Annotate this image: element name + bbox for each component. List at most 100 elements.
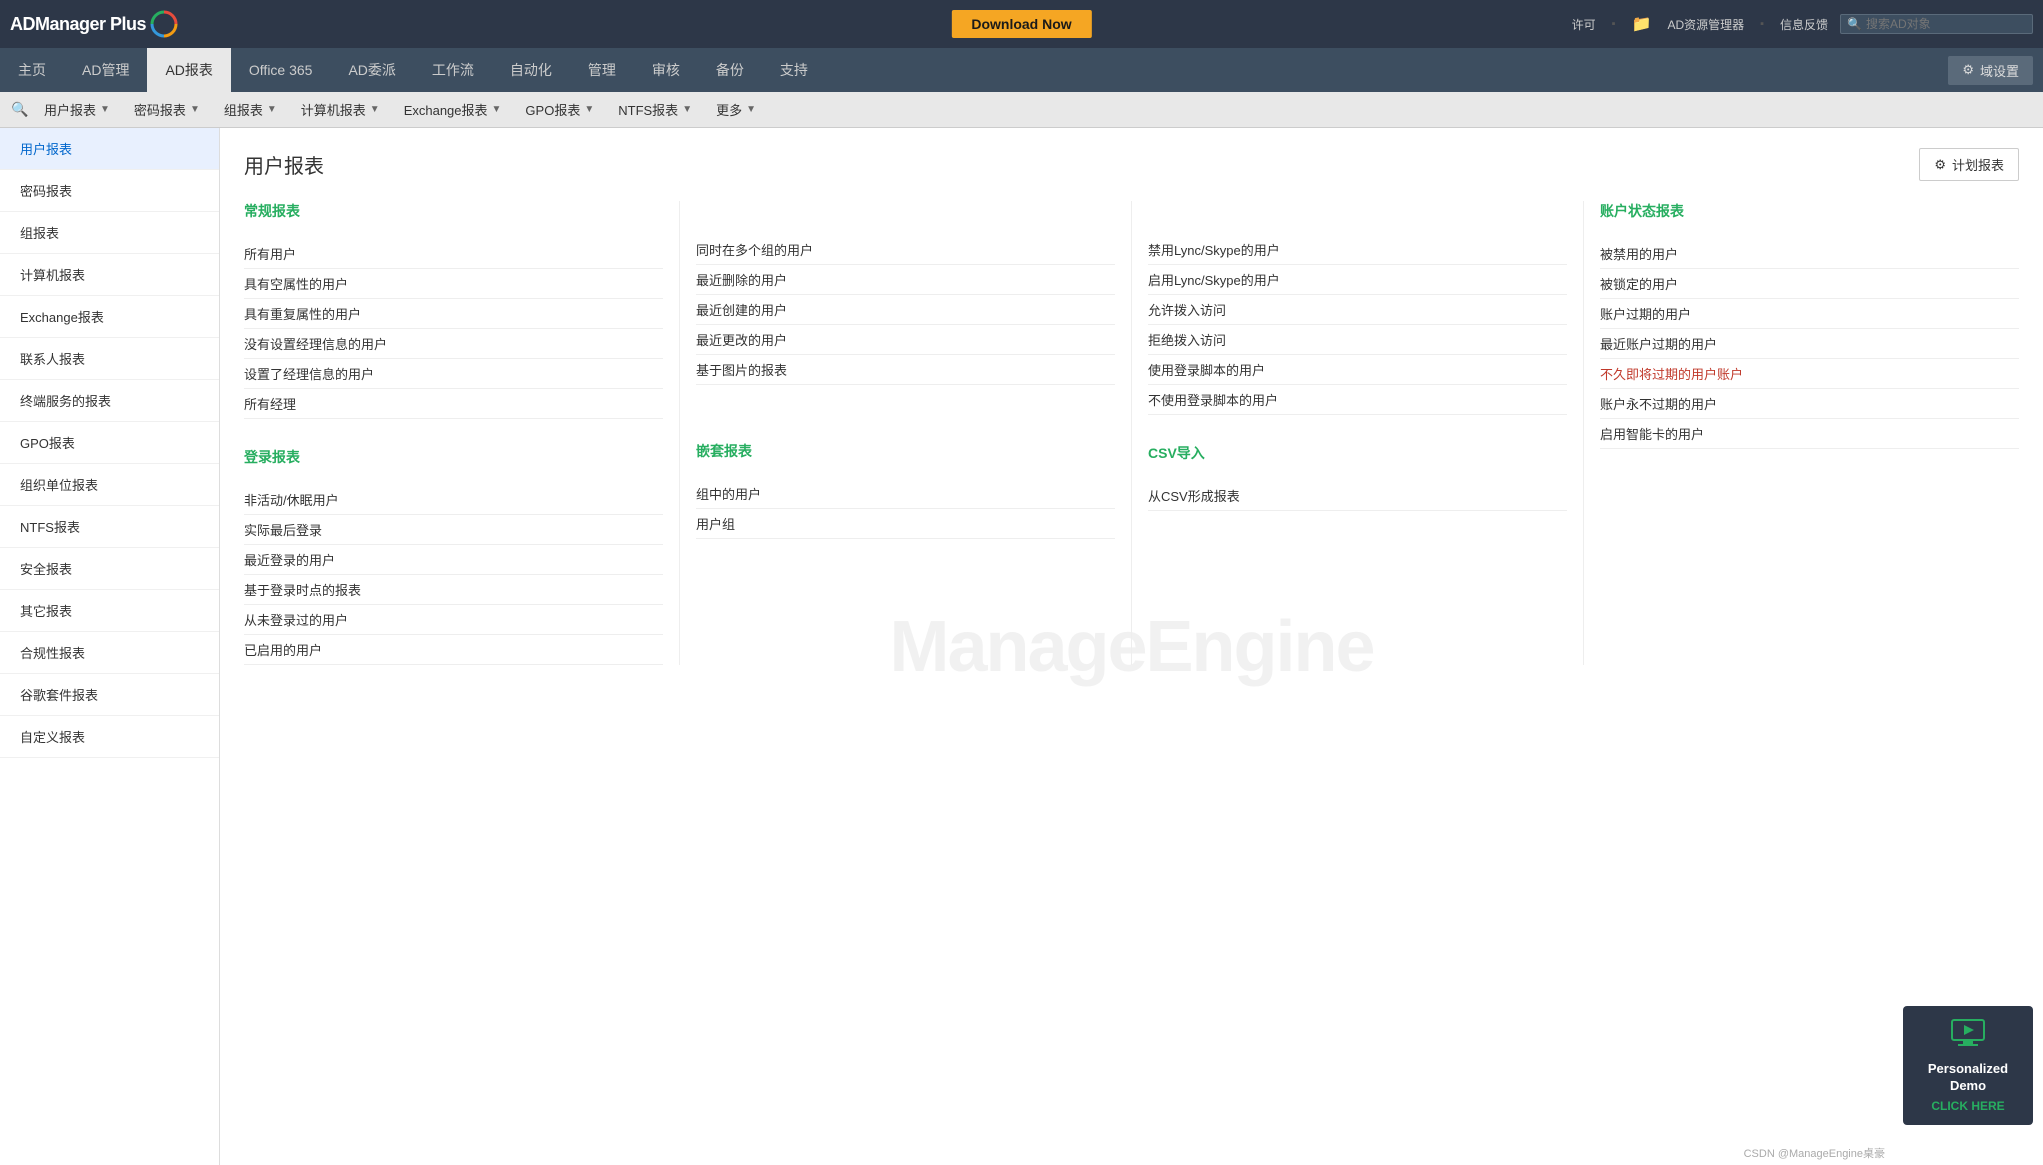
demo-cta[interactable]: CLICK HERE [1913,1099,2023,1113]
subnav-group-report[interactable]: 组报表 ▼ [212,92,289,128]
page-title: 用户报表 [244,150,324,179]
footer-note: CSDN @ManageEngine桌豪 [1736,1141,1893,1165]
subnav-computer-report[interactable]: 计算机报表 ▼ [289,92,392,128]
link-recently-deleted-users[interactable]: 最近删除的用户 [696,265,1115,295]
subnav-exchange-report[interactable]: Exchange报表 ▼ [392,92,514,128]
link-soon-expire-accounts[interactable]: 不久即将过期的用户账户 [1600,359,2019,389]
link-recently-expired-accounts[interactable]: 最近账户过期的用户 [1600,329,2019,359]
link-recently-changed-users[interactable]: 最近更改的用户 [696,325,1115,355]
sidebar-item-compliance-report[interactable]: 合规性报表 [0,632,219,674]
link-never-expire-accounts[interactable]: 账户永不过期的用户 [1600,389,2019,419]
link-enabled-users[interactable]: 已启用的用户 [244,635,663,665]
download-button[interactable]: Download Now [951,10,1091,38]
subnav-more[interactable]: 更多 ▼ [704,92,768,128]
link-allow-dialin[interactable]: 允许拨入访问 [1148,295,1567,325]
nav-workflow[interactable]: 工作流 [414,48,492,92]
sidebar-item-group-report[interactable]: 组报表 [0,212,219,254]
link-enable-lync-users[interactable]: 启用Lync/Skype的用户 [1148,265,1567,295]
content-area: ManageEngine 用户报表 ⚙ 计划报表 常规报表 所有用户 具有空属性… [220,128,2043,1165]
nav-automation[interactable]: 自动化 [492,48,570,92]
search-input[interactable] [1866,17,2026,31]
section-nested-title: 嵌套报表 [696,441,1115,467]
subnav-user-report[interactable]: 用户报表 ▼ [32,92,122,128]
section-account-status: 账户状态报表 被禁用的用户 被锁定的用户 账户过期的用户 最近账户过期的用户 不… [1584,201,2019,665]
feedback-link[interactable]: 信息反馈 [1780,16,1828,33]
link-recent-login-users[interactable]: 最近登录的用户 [244,545,663,575]
dropdown-arrow: ▼ [584,104,594,115]
link-photo-based-report[interactable]: 基于图片的报表 [696,355,1115,385]
nav-support[interactable]: 支持 [762,48,826,92]
sidebar-item-ou-report[interactable]: 组织单位报表 [0,464,219,506]
link-locked-users[interactable]: 被锁定的用户 [1600,269,2019,299]
ad-resource-link[interactable]: AD资源管理器 [1667,16,1744,33]
link-no-login-script[interactable]: 不使用登录脚本的用户 [1148,385,1567,415]
section-regular-title: 常规报表 [244,201,663,227]
link-expired-accounts[interactable]: 账户过期的用户 [1600,299,2019,329]
sidebar-item-exchange-report[interactable]: Exchange报表 [0,296,219,338]
logo-icon [150,10,178,38]
nav-office365[interactable]: Office 365 [231,48,331,92]
dropdown-arrow: ▼ [682,104,692,115]
link-inactive-users[interactable]: 非活动/休眠用户 [244,485,663,515]
link-all-users[interactable]: 所有用户 [244,239,663,269]
dropdown-arrow: ▼ [746,104,756,115]
link-recently-created-users[interactable]: 最近创建的用户 [696,295,1115,325]
domain-settings-button[interactable]: ⚙ 域设置 [1948,56,2033,85]
top-links: 许可 ▪ 📁 AD资源管理器 ▪ 信息反馈 [1572,14,1828,34]
sidebar-item-gpo-report[interactable]: GPO报表 [0,422,219,464]
subnav-password-report[interactable]: 密码报表 ▼ [122,92,212,128]
nav-audit[interactable]: 审核 [634,48,698,92]
sidebar-item-custom-report[interactable]: 自定义报表 [0,716,219,758]
sub-nav-search[interactable]: 🔍 [8,98,32,122]
nav-ad-delegate[interactable]: AD委派 [330,48,413,92]
link-never-login-users[interactable]: 从未登录过的用户 [244,605,663,635]
sidebar-item-security-report[interactable]: 安全报表 [0,548,219,590]
link-all-managers[interactable]: 所有经理 [244,389,663,419]
link-user-groups[interactable]: 用户组 [696,509,1115,539]
link-multi-group-users[interactable]: 同时在多个组的用户 [696,235,1115,265]
nav-home[interactable]: 主页 [0,48,64,92]
link-disable-lync-users[interactable]: 禁用Lync/Skype的用户 [1148,235,1567,265]
top-right: 许可 ▪ 📁 AD资源管理器 ▪ 信息反馈 🔍 [1572,14,2033,34]
link-no-manager-users[interactable]: 没有设置经理信息的用户 [244,329,663,359]
logo-area: ADManager Plus [10,10,178,38]
section-regular: 常规报表 所有用户 具有空属性的用户 具有重复属性的用户 没有设置经理信息的用户… [244,201,680,665]
link-disabled-users[interactable]: 被禁用的用户 [1600,239,2019,269]
link-smartcard-users[interactable]: 启用智能卡的用户 [1600,419,2019,449]
sidebar-item-google-report[interactable]: 谷歌套件报表 [0,674,219,716]
link-duplicate-attr-users[interactable]: 具有重复属性的用户 [244,299,663,329]
nav-backup[interactable]: 备份 [698,48,762,92]
link-login-time-report[interactable]: 基于登录时点的报表 [244,575,663,605]
section-simultaneous: . 同时在多个组的用户 最近删除的用户 最近创建的用户 最近更改的用户 基于图片… [680,201,1132,665]
nav-ad-report[interactable]: AD报表 [147,48,230,92]
sidebar-item-contact-report[interactable]: 联系人报表 [0,338,219,380]
dropdown-arrow: ▼ [100,104,110,115]
link-use-login-script[interactable]: 使用登录脚本的用户 [1148,355,1567,385]
demo-title: Personalized Demo [1913,1061,2023,1095]
sidebar-item-terminal-report[interactable]: 终端服务的报表 [0,380,219,422]
license-link[interactable]: 许可 [1572,16,1596,33]
dropdown-arrow: ▼ [267,104,277,115]
section-forbidden: . 禁用Lync/Skype的用户 启用Lync/Skype的用户 允许拨入访问… [1132,201,1584,665]
sidebar-item-user-report[interactable]: 用户报表 [0,128,219,170]
nav-manage[interactable]: 管理 [570,48,634,92]
sidebar-item-password-report[interactable]: 密码报表 [0,170,219,212]
sidebar-item-computer-report[interactable]: 计算机报表 [0,254,219,296]
search-icon: 🔍 [1847,17,1862,31]
calendar-icon: ⚙ [1934,157,1946,173]
subnav-ntfs-report[interactable]: NTFS报表 ▼ [606,92,704,128]
nav-ad-manage[interactable]: AD管理 [64,48,147,92]
link-empty-attr-users[interactable]: 具有空属性的用户 [244,269,663,299]
sidebar-item-other-report[interactable]: 其它报表 [0,590,219,632]
link-csv-report[interactable]: 从CSV形成报表 [1148,481,1567,511]
link-deny-dialin[interactable]: 拒绝拨入访问 [1148,325,1567,355]
section-account-status-title: 账户状态报表 [1600,201,2019,227]
link-group-users[interactable]: 组中的用户 [696,479,1115,509]
demo-widget[interactable]: Personalized Demo CLICK HERE [1903,1006,2033,1125]
subnav-gpo-report[interactable]: GPO报表 ▼ [513,92,606,128]
dropdown-arrow: ▼ [370,104,380,115]
link-actual-last-login[interactable]: 实际最后登录 [244,515,663,545]
link-with-manager-users[interactable]: 设置了经理信息的用户 [244,359,663,389]
schedule-report-button[interactable]: ⚙ 计划报表 [1919,148,2019,181]
sidebar-item-ntfs-report[interactable]: NTFS报表 [0,506,219,548]
